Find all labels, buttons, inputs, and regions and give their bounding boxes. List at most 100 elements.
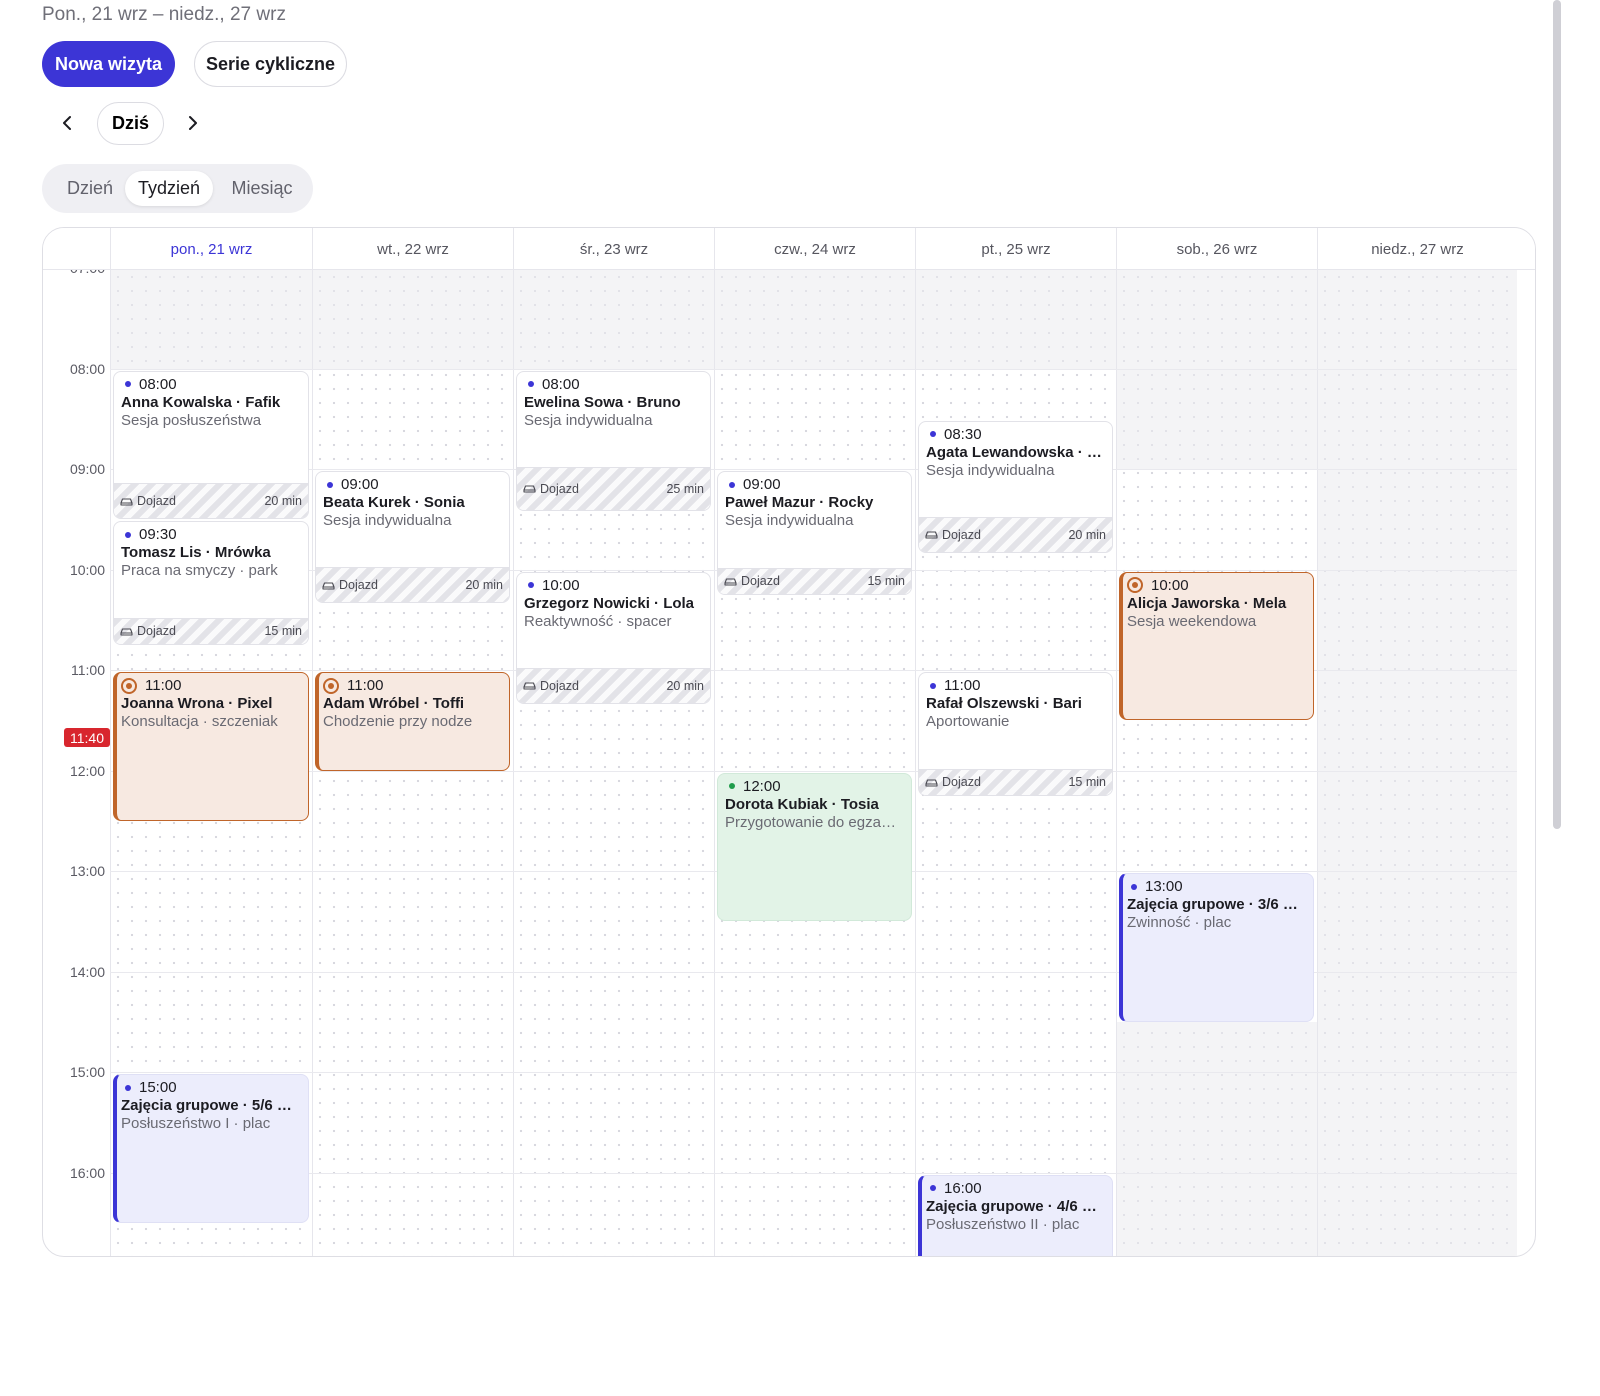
- unavailable-block: [111, 270, 312, 369]
- view-option-month[interactable]: Miesiąc: [218, 171, 306, 206]
- car-icon: [925, 779, 938, 787]
- car-icon: [120, 498, 133, 506]
- appointment-title: Grzegorz Nowicki · Lola: [524, 594, 695, 612]
- appointment-card[interactable]: 08:00 Ewelina Sowa · Bruno Sesja indywidua…: [516, 370, 711, 511]
- appointment-title: Zajęcia grupowe · 4/6 mi...: [926, 1197, 1104, 1215]
- appointment-time-text: 08:30: [944, 425, 982, 443]
- car-icon: [925, 531, 938, 539]
- appointment-subtitle: Posłuszeństwo I · plac: [121, 1115, 271, 1132]
- travel-duration: 25 min: [666, 481, 704, 496]
- appointment-time: 09:00: [725, 476, 781, 493]
- appointment-card[interactable]: 12:00 Dorota Kubiak · Tosia Przygotowanie …: [717, 772, 912, 922]
- appointment-time-text: 10:00: [1151, 576, 1189, 594]
- appointment-card[interactable]: 13:00 Zajęcia grupowe · 3/6 mi... Zwinność…: [1119, 873, 1314, 1022]
- appointment-subtitle: Praca na smyczy · park: [121, 562, 278, 580]
- day-column-6[interactable]: [1317, 270, 1517, 1256]
- travel-duration: 15 min: [1068, 775, 1106, 790]
- appointment-card[interactable]: 10:00 Grzegorz Nowicki · Lola Reaktywność …: [516, 571, 711, 704]
- appointment-subtitle: Sesja posłuszeństwa: [121, 411, 262, 429]
- appointment-card[interactable]: 09:00 Beata Kurek · Sonia Sesja indywidual…: [315, 471, 510, 603]
- date-range-label: Pon., 21 wrz – niedz., 27 wrz: [42, 4, 286, 25]
- appointment-card[interactable]: 11:00 Joanna Wrona · Pixel Konsultacja · s…: [113, 672, 309, 821]
- day-header-0[interactable]: pon., 21 wrz: [110, 228, 312, 270]
- appointment-time-text: 09:00: [743, 476, 781, 493]
- travel-time-block: Dojazd 15 min: [718, 567, 911, 594]
- next-week-button[interactable]: [175, 106, 209, 140]
- appointment-time-text: 16:00: [944, 1179, 982, 1197]
- car-icon: [120, 628, 133, 636]
- appointment-card[interactable]: 11:00 Adam Wróbel · Toffi Chodzenie przy n…: [315, 672, 510, 771]
- day-header-3[interactable]: czw., 24 wrz: [714, 228, 915, 270]
- car-icon: [724, 578, 737, 586]
- travel-label-text: Dojazd: [741, 574, 780, 589]
- page-scrollbar[interactable]: [1553, 0, 1561, 829]
- hour-gridline: [110, 1172, 1517, 1174]
- appointment-title: Adam Wróbel · Toffi: [323, 695, 465, 712]
- current-time-badge: 11:40: [64, 728, 110, 747]
- car-icon: [322, 581, 335, 590]
- calendar-grid: 08:00 Anna Kowalska · Fafik Sesja posłusze…: [110, 270, 1517, 1256]
- appointment-time-text: 09:00: [341, 476, 379, 493]
- day-header-2[interactable]: śr., 23 wrz: [513, 228, 714, 270]
- appointment-time: 11:00: [926, 677, 980, 694]
- travel-label-text: Dojazd: [540, 678, 579, 693]
- day-column-3[interactable]: [714, 270, 915, 1256]
- status-dot-icon: [1131, 883, 1137, 890]
- appointment-time: 10:00: [524, 577, 580, 594]
- previous-week-button[interactable]: [51, 106, 85, 140]
- travel-label: Dojazd: [925, 775, 981, 789]
- travel-time-block: Dojazd 20 min: [316, 567, 509, 602]
- day-header-5[interactable]: sob., 26 wrz: [1116, 228, 1317, 270]
- appointment-card[interactable]: 11:00 Rafał Olszewski · Bari Aportowanie Do…: [918, 672, 1113, 796]
- car-icon: [523, 682, 536, 690]
- appointment-title: Zajęcia grupowe · 3/6 mi...: [1127, 896, 1305, 913]
- appointment-time-text: 08:00: [139, 375, 177, 393]
- status-dot-icon: [930, 682, 936, 689]
- view-switcher: Dzień Tydzień Miesiąc: [42, 164, 313, 213]
- appointment-subtitle: Sesja indywidualna: [926, 461, 1055, 479]
- travel-label: Dojazd: [523, 679, 579, 693]
- appointment-card[interactable]: 15:00 Zajęcia grupowe · 5/6 mi... Posłusze…: [113, 1074, 309, 1223]
- new-visit-button[interactable]: Nowa wizyta: [42, 41, 175, 87]
- day-header-1[interactable]: wt., 22 wrz: [312, 228, 513, 270]
- travel-label-text: Dojazd: [339, 578, 378, 592]
- appointment-card[interactable]: 09:30 Tomasz Lis · Mrówka Praca na smyczy …: [113, 521, 309, 645]
- unavailable-block: [1318, 270, 1517, 1256]
- travel-duration: 15 min: [264, 624, 302, 639]
- view-option-week[interactable]: Tydzień: [125, 171, 213, 206]
- appointment-time: 08:30: [926, 426, 982, 443]
- day-header-6[interactable]: niedz., 27 wrz: [1317, 228, 1517, 270]
- in-progress-icon: [323, 677, 339, 694]
- appointment-card[interactable]: 10:00 Alicja Jaworska · Mela Sesja weekend…: [1119, 571, 1314, 721]
- appointment-subtitle: Zwinność · plac: [1127, 914, 1232, 931]
- today-button[interactable]: Dziś: [97, 102, 164, 145]
- travel-label: Dojazd: [724, 574, 780, 588]
- appointment-subtitle: Sesja indywidualna: [323, 512, 452, 529]
- travel-time-block: Dojazd 25 min: [517, 466, 710, 510]
- hour-label: 15:00: [69, 1064, 105, 1080]
- appointment-time-text: 09:30: [139, 526, 177, 544]
- recurring-series-button[interactable]: Serie cykliczne: [194, 41, 347, 87]
- appointment-subtitle: Konsultacja · szczeniak: [121, 713, 278, 730]
- hour-label: 13:00: [69, 863, 105, 879]
- appointment-subtitle: Sesja indywidualna: [725, 512, 854, 529]
- day-header-4[interactable]: pt., 25 wrz: [915, 228, 1116, 270]
- appointment-card[interactable]: 09:00 Paweł Mazur · Rocky Sesja indywidual…: [717, 471, 912, 595]
- hour-label: 07:00: [43, 270, 105, 276]
- hour-label: 12:00: [69, 762, 105, 779]
- appointment-title: Rafał Olszewski · Bari: [926, 695, 1082, 712]
- week-calendar: pon., 21 wrz wt., 22 wrz śr., 23 wrz czw., …: [42, 227, 1536, 1257]
- day-column-5[interactable]: [1116, 270, 1317, 1256]
- appointment-subtitle: Sesja weekendowa: [1127, 612, 1257, 630]
- appointment-card[interactable]: 16:00 Zajęcia grupowe · 4/6 mi... Posłusze…: [918, 1174, 1113, 1256]
- view-option-day[interactable]: Dzień: [49, 171, 131, 206]
- appointment-title: Tomasz Lis · Mrówka: [121, 544, 271, 562]
- appointment-card[interactable]: 08:30 Agata Lewandowska · Nel Sesja indywi…: [918, 420, 1113, 553]
- appointment-time-text: 10:00: [542, 576, 580, 594]
- appointment-subtitle: Przygotowanie do egzam...: [725, 813, 903, 831]
- hour-label: 11:00: [71, 662, 105, 678]
- appointment-time: 13:00: [1127, 878, 1183, 895]
- appointment-card[interactable]: 08:00 Anna Kowalska · Fafik Sesja posłusze…: [113, 370, 309, 520]
- appointment-subtitle: Reaktywność · spacer: [524, 612, 672, 630]
- in-progress-icon: [121, 677, 137, 694]
